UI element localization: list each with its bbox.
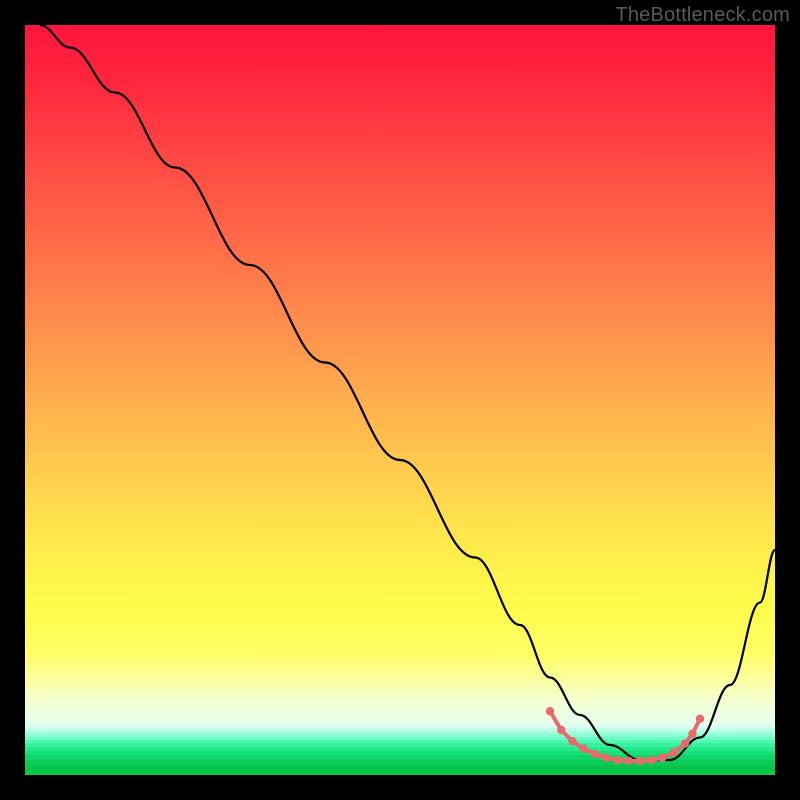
bottleneck-curve xyxy=(40,25,775,760)
marker-dot xyxy=(670,748,678,756)
marker-dot xyxy=(636,757,644,765)
marker-dot xyxy=(557,726,565,734)
marker-dot xyxy=(602,754,610,762)
chart-frame: TheBottleneck.com xyxy=(0,0,800,800)
marker-dot xyxy=(681,739,689,747)
marker-dot xyxy=(647,756,655,764)
chart-svg xyxy=(25,25,775,775)
marker-dot xyxy=(546,707,554,715)
marker-dot xyxy=(613,756,621,764)
marker-dot xyxy=(580,745,588,753)
marker-dot xyxy=(658,754,666,762)
marker-dot xyxy=(688,730,696,738)
plot-area xyxy=(25,25,775,775)
sweet-spot-marker xyxy=(546,707,704,765)
marker-dot xyxy=(591,750,599,758)
marker-dot xyxy=(625,757,633,765)
marker-dot xyxy=(696,715,704,723)
watermark-text: TheBottleneck.com xyxy=(615,4,790,27)
marker-dot xyxy=(568,737,576,745)
